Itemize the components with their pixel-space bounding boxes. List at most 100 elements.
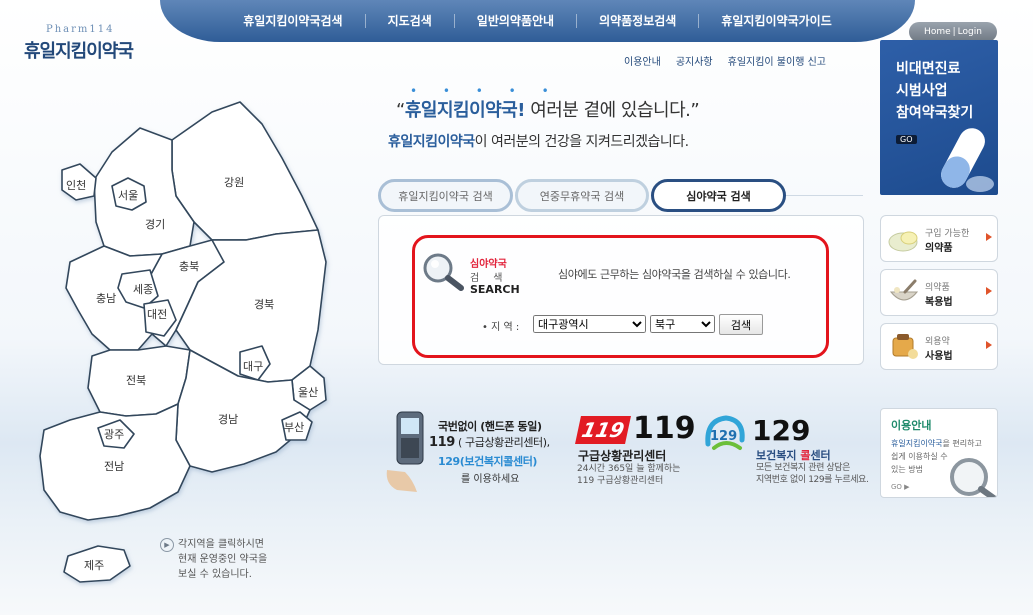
slogan-open-quote: “ (396, 100, 405, 121)
desc-line: 지역번호 없이 129를 누르세요. (756, 475, 869, 485)
slogan2-rest: 이 여러분의 건강을 지켜드리겠습니다. (474, 134, 689, 150)
map-hint-line: 현재 운영중인 약국을 (178, 554, 268, 565)
box-label-main: 사용법 (925, 351, 953, 362)
center-119-desc: 24시간 365일 늘 함께하는 119 구급상황관리센터 (577, 463, 680, 487)
box-label-main: 복용법 (925, 297, 953, 308)
logo[interactable]: 휴일지킴이약국 (24, 37, 134, 63)
region-field-label: • 지 역 : (482, 322, 520, 333)
usage-guide-link[interactable]: 이용안내 (624, 53, 661, 68)
mortar-icon (889, 279, 919, 301)
box-label-small: 의약품 (925, 283, 950, 293)
arrow-right-icon (986, 287, 992, 295)
guide-text-rest: 을 편리하고 (942, 439, 982, 448)
nav-item-pharmacy-guide[interactable]: 휴일지킴이약국가이드 (699, 14, 853, 28)
guide-title: 이용안내 (891, 419, 932, 432)
nav-item-holiday-search[interactable]: 휴일지킴이약국검색 (221, 14, 366, 28)
region-label-gyeongnam: 경남 (218, 413, 238, 426)
center-129-title: 보건복지 콜센터 (756, 447, 831, 463)
region-label-daejeon: 대전 (147, 308, 167, 321)
region-gangwon[interactable] (171, 101, 319, 241)
usage-guide-box[interactable]: 이용안내 휴일지킴이약국을 편리하고 쉽게 이용하실 수 있는 방법 GO ▶ (880, 408, 998, 498)
top-navigation: 휴일지킴이약국검색 지도검색 일반의약품안내 의약품정보검색 휴일지킴이약국가이… (160, 0, 915, 42)
district-select[interactable]: 북구 (650, 315, 715, 333)
tab-yearround-pharmacy[interactable]: 연중무휴약국 검색 (515, 179, 649, 212)
region-label-daegu: 대구 (243, 360, 263, 373)
guide-brand: 휴일지킴이약국 (891, 439, 943, 448)
login-link[interactable]: Login (958, 27, 982, 37)
logo-129-text: 129 (710, 429, 737, 444)
banner-line: 시범사업 (896, 83, 948, 99)
ointment-icon (892, 334, 918, 359)
box-label-small: 구입 가능한 (925, 229, 970, 239)
slogan-exclamation: ! (517, 100, 525, 121)
slogan2-brand: 휴일지킴이약국 (388, 134, 475, 150)
nav-item-map-search[interactable]: 지도검색 (366, 14, 455, 28)
province-select[interactable]: 대구광역시 (533, 315, 646, 333)
nav-item-drug-info[interactable]: 의약품정보검색 (577, 14, 700, 28)
magnifier-icon (950, 458, 997, 497)
search-highlight-frame (412, 235, 829, 358)
region-label-sejong: 세종 (133, 283, 153, 296)
tab-night-pharmacy[interactable]: 심야약국 검색 (651, 179, 786, 212)
search-title-night: 심야약국 (470, 259, 507, 270)
pill-capsule-icon (888, 231, 918, 252)
otc-available-box[interactable]: 구입 가능한 의약품 (880, 215, 998, 262)
region-label-chungbuk: 충북 (179, 260, 199, 273)
pill-icon (941, 128, 994, 192)
map-hint-line: 각지역을 클릭하시면 (178, 539, 264, 550)
logo-119: 119 (575, 416, 631, 444)
region-label-gyeonggi: 경기 (145, 218, 165, 231)
hotline-line3: 129(보건복지콜센터) (438, 455, 538, 468)
box-label-small: 외용약 (925, 337, 950, 347)
telemedicine-banner[interactable]: 비대면진료 시범사업 참여약국찾기 GO (880, 40, 998, 195)
search-title-english: SEARCH (470, 283, 520, 296)
tab-divider (786, 195, 863, 196)
dosage-box[interactable]: 의약품 복용법 (880, 269, 998, 316)
search-description: 심야에도 근무하는 심야약국을 검색하실 수 있습니다. (558, 268, 791, 281)
search-title-search: 검색 (470, 273, 517, 284)
desc-line: 모든 보건복지 관련 상담은 (756, 463, 851, 473)
slogan-rest: 여러분 곁에 있습니다.” (524, 100, 700, 121)
notice-link[interactable]: 공지사항 (676, 53, 713, 68)
region-label-jeonnam: 전남 (104, 460, 124, 473)
region-label-jeju: 제주 (84, 559, 104, 572)
slogan-headline: “휴일지킴이약국! 여러분 곁에 있습니다.” (396, 96, 700, 122)
hotline-119-desc: ( 구급상황관리센터), (454, 436, 550, 449)
region-label-jeonbuk: 전북 (126, 374, 146, 387)
title-part-highlight: 콜 (800, 449, 811, 462)
hint-arrow-icon: ▶ (160, 538, 174, 552)
nav-item-otc-guide[interactable]: 일반의약품안내 (455, 14, 578, 28)
logo-129: 129 (705, 415, 745, 450)
map-hint: 각지역을 클릭하시면 현재 운영중인 약국을 보실 수 있습니다. (178, 537, 267, 582)
region-label-chungnam: 충남 (96, 292, 116, 305)
region-label-gangwon: 강원 (224, 176, 244, 189)
tab-holiday-pharmacy[interactable]: 휴일지킴이약국 검색 (378, 179, 513, 212)
report-link[interactable]: 휴일지킴이 불이행 신고 (728, 53, 826, 68)
arrow-right-icon (986, 233, 992, 241)
title-part: 센터 (810, 449, 831, 462)
number-129: 129 (752, 414, 811, 447)
center-129-desc: 모든 보건복지 관련 상담은 지역번호 없이 129를 누르세요. (756, 462, 869, 486)
external-medicine-box[interactable]: 외용약 사용법 (880, 323, 998, 370)
banner-go-button[interactable]: GO (896, 135, 917, 144)
hotline-line4: 를 이용하세요 (461, 474, 520, 485)
guide-go-link[interactable]: GO ▶ (891, 483, 910, 491)
search-button[interactable]: 검색 (719, 314, 763, 335)
map-hint-line: 보실 수 있습니다. (178, 569, 252, 580)
region-label-gyeongbuk: 경북 (254, 298, 274, 311)
home-link[interactable]: Home (924, 27, 951, 37)
banner-line: 참여약국찾기 (896, 105, 974, 121)
hotline-line1: 국번없이 (핸드폰 동일) (438, 420, 542, 433)
slogan-subline: 휴일지킴이약국이 여러분의 건강을 지켜드리겠습니다. (388, 131, 689, 151)
sub-navigation: 이용안내 공지사항 휴일지킴이 불이행 신고 (624, 53, 826, 68)
center-119-title: 구급상황관리센터 (578, 449, 667, 463)
box-label-main: 의약품 (925, 243, 953, 254)
region-label-incheon: 인천 (66, 178, 86, 192)
region-label-busan: 부산 (284, 421, 304, 434)
banner-line: 비대면진료 (896, 61, 961, 77)
logo-subtitle[interactable]: Pharm114 (46, 24, 114, 35)
hotline-119: 119 (429, 435, 455, 450)
region-label-gwangju: 광주 (104, 428, 124, 441)
desc-line: 119 구급상황관리센터 (577, 476, 664, 486)
region-label-seoul: 서울 (118, 189, 138, 202)
